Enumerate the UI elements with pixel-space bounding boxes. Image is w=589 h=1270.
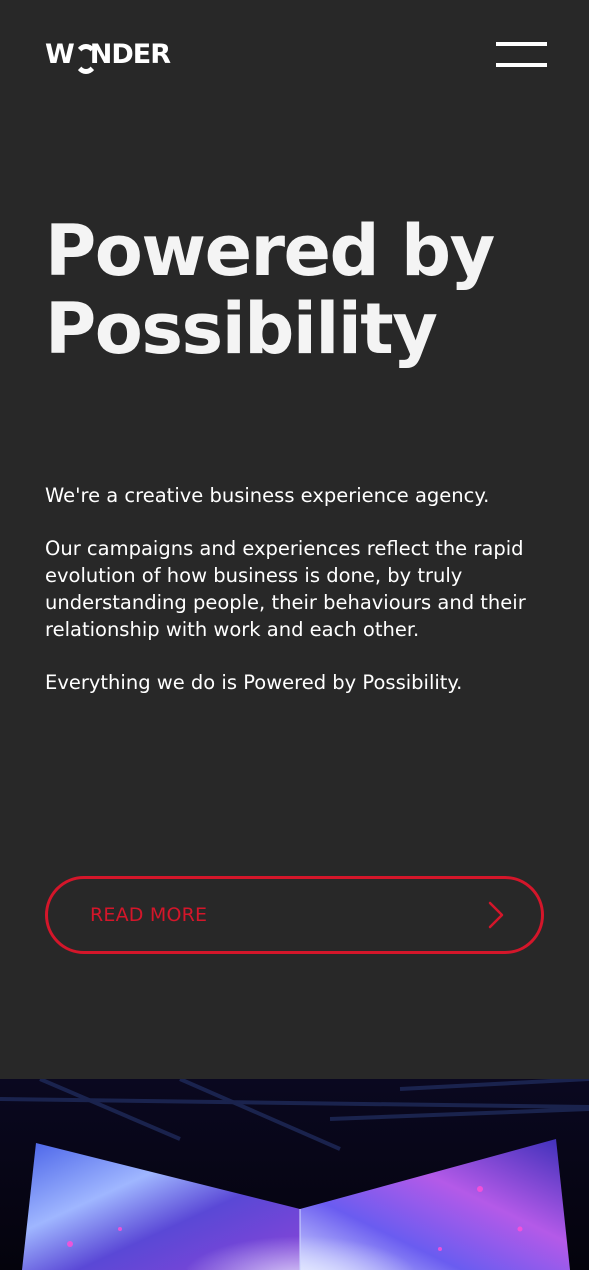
stage-projection-image [0, 1079, 589, 1270]
menu-line-bottom [496, 63, 547, 67]
hero-title-line1: Powered by [45, 210, 495, 292]
intro-paragraph-1: We're a creative business experience age… [45, 484, 490, 507]
menu-line-top [496, 42, 547, 46]
intro-paragraph-3: Everything we do is Powered by Possibili… [45, 671, 463, 694]
intro-text: We're a creative business experience age… [45, 482, 545, 722]
intro-paragraph-2: Our campaigns and experiences reflect th… [45, 537, 526, 641]
site-header: W NDER [0, 0, 589, 110]
hero-title-line2: Possibility [45, 288, 438, 370]
logo-letter-w: W [45, 38, 75, 70]
hamburger-menu-icon[interactable] [496, 42, 547, 68]
read-more-button[interactable]: READ MORE [45, 876, 544, 954]
page: W NDER Powered by Possibility We're a cre… [0, 0, 589, 1270]
stage-projection-illustration [0, 1079, 589, 1270]
logo-o-mark [73, 42, 98, 74]
read-more-label: READ MORE [90, 904, 208, 926]
hero-title: Powered by Possibility [45, 212, 545, 368]
logo-letters-nder: NDER [89, 38, 171, 70]
chevron-right-icon [488, 901, 504, 929]
wonder-logo[interactable]: W NDER [45, 38, 171, 74]
